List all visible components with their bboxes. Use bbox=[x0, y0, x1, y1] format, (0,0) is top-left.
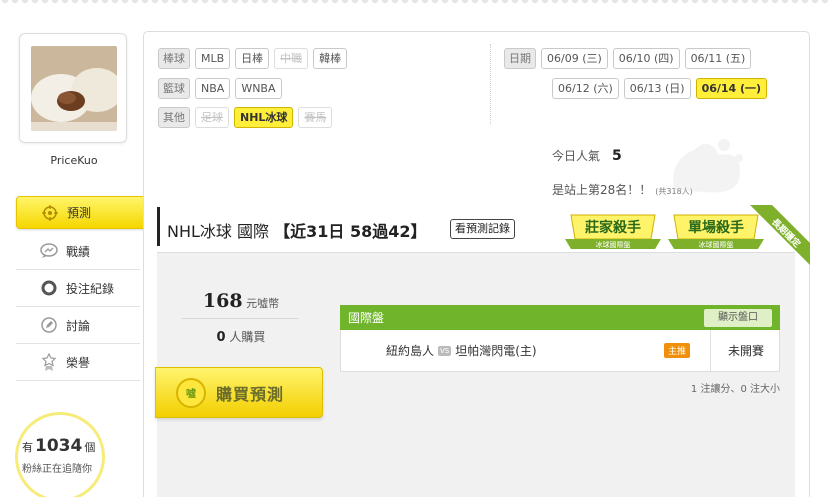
chip-mlb[interactable]: MLB bbox=[195, 48, 231, 69]
sidebar-item-label: 投注紀錄 bbox=[66, 281, 115, 296]
chip-nhl[interactable]: NHL冰球 bbox=[234, 107, 294, 128]
fans-count[interactable]: 1034 bbox=[35, 436, 82, 456]
price-value: 168 bbox=[202, 290, 243, 312]
sidebar-item-bet-history[interactable]: 投注紀錄 bbox=[16, 270, 140, 307]
fans-suffix: 個 bbox=[84, 441, 96, 454]
target-icon bbox=[41, 204, 59, 222]
sidebar-item-label: 預測 bbox=[67, 206, 92, 220]
buy-prediction-button[interactable]: 噓 購買預測 bbox=[155, 367, 323, 418]
sidebar-item-label: 榮譽 bbox=[66, 355, 91, 370]
fans-subtitle: 粉絲正在追隨你 bbox=[22, 464, 92, 475]
sidebar-item-discussion[interactable]: 討論 bbox=[16, 307, 140, 344]
filter-date-row2: 06/12 (六) 06/13 (日) 06/14 (一) bbox=[552, 78, 768, 99]
market-header: 國際盤 顯示盤口 bbox=[340, 305, 780, 330]
prediction-title: NHL冰球 國際 【近31日 58過42】 bbox=[167, 218, 426, 242]
profile-card bbox=[19, 33, 127, 143]
chip-date-0614[interactable]: 06/14 (一) bbox=[695, 78, 768, 99]
vs-icon: VS bbox=[438, 345, 452, 356]
coin-icon: 噓 bbox=[176, 377, 206, 408]
fans-prefix: 有 bbox=[22, 441, 33, 454]
category-date: 日期 bbox=[504, 48, 536, 69]
chip-date-0610[interactable]: 06/10 (四) bbox=[612, 48, 680, 69]
buyers-count: 0 bbox=[216, 330, 226, 345]
chip-cpbl: 中職 bbox=[274, 48, 309, 69]
rank-text: 是站上第28名！！ bbox=[552, 183, 652, 197]
mascot-decoration-icon bbox=[673, 139, 743, 193]
filter-other: 其他 足球 NHL冰球 賽馬 bbox=[158, 107, 333, 128]
away-team: 紐約島人 bbox=[386, 344, 435, 358]
chip-npb[interactable]: 日棒 bbox=[235, 48, 270, 69]
table-row: 紐約島人 VS 坦帕灣閃電(主) 主推 未開賽 bbox=[340, 330, 780, 372]
view-history-button[interactable]: 看預測記錄 bbox=[450, 219, 515, 239]
popularity-value: 5 bbox=[612, 148, 622, 164]
sidebar-item-label: 戰績 bbox=[66, 244, 91, 259]
match-status: 未開賽 bbox=[727, 344, 764, 358]
buy-button-label: 購買預測 bbox=[216, 384, 285, 404]
match-teams: 紐約島人 VS 坦帕灣閃電(主) bbox=[386, 342, 537, 359]
chip-wnba[interactable]: WNBA bbox=[235, 78, 282, 99]
filter-baseball: 棒球 MLB 日棒 中職 韓棒 bbox=[158, 48, 348, 69]
sidebar-nav: 預測 戰績 投注紀錄 討論 榮譽 bbox=[16, 196, 150, 381]
badge1-title: 莊家殺手 bbox=[585, 219, 641, 236]
chip-kbo[interactable]: 韓棒 bbox=[313, 48, 348, 69]
sidebar-item-predict[interactable]: 預測 bbox=[16, 196, 150, 229]
category-baseball: 棒球 bbox=[158, 48, 190, 69]
show-odds-button[interactable]: 顯示盤口 bbox=[704, 308, 772, 327]
buyers: 0 人購買 bbox=[182, 328, 300, 345]
title-record: 【近31日 58過42】 bbox=[274, 222, 427, 241]
badge2-title: 單場殺手 bbox=[688, 219, 744, 236]
popularity-stat: 今日人氣 5 bbox=[552, 147, 622, 164]
badge-banker-killer: 莊家殺手 冰球國際盤 bbox=[565, 214, 661, 249]
price-divider bbox=[182, 318, 298, 319]
chip-date-0611[interactable]: 06/11 (五) bbox=[684, 48, 752, 69]
price-unit: 元噓幣 bbox=[246, 297, 280, 310]
price: 168 元噓幣 bbox=[182, 290, 300, 312]
badge1-sub: 冰球國際盤 bbox=[596, 240, 631, 249]
category-other: 其他 bbox=[158, 107, 190, 128]
title-league: NHL冰球 國際 bbox=[167, 222, 270, 241]
avatar[interactable] bbox=[31, 46, 117, 131]
popularity-label: 今日人氣 bbox=[552, 149, 601, 163]
bet-summary-note: 1 注讓分、0 注大小 bbox=[690, 384, 780, 395]
medal-icon bbox=[40, 353, 58, 371]
chip-date-0613[interactable]: 06/13 (日) bbox=[623, 78, 691, 99]
buyers-label: 人購買 bbox=[229, 330, 266, 344]
filter-divider bbox=[490, 44, 491, 124]
category-basketball: 籃球 bbox=[158, 78, 190, 99]
username[interactable]: PriceKuo bbox=[20, 154, 128, 167]
chip-date-0612[interactable]: 06/12 (六) bbox=[552, 78, 619, 99]
market-title: 國際盤 bbox=[348, 311, 385, 325]
chip-nba[interactable]: NBA bbox=[195, 78, 231, 99]
market-table: 國際盤 顯示盤口 紐約島人 VS 坦帕灣閃電(主) 主推 未開賽 bbox=[340, 305, 780, 372]
sidebar-item-honors[interactable]: 榮譽 bbox=[16, 344, 140, 381]
top-wavy-border bbox=[0, 0, 828, 8]
sidebar-item-record[interactable]: 戰績 bbox=[16, 233, 140, 270]
chip-soccer: 足球 bbox=[195, 107, 229, 128]
main-pick-badge: 主推 bbox=[664, 343, 691, 358]
badge2-sub: 冰球國際盤 bbox=[699, 240, 734, 249]
chart-bubble-icon bbox=[40, 242, 58, 260]
sidebar-item-label: 討論 bbox=[66, 318, 91, 333]
home-team: 坦帕灣閃電(主) bbox=[455, 344, 537, 358]
circle-icon bbox=[40, 279, 58, 297]
chip-date-0609[interactable]: 06/09 (三) bbox=[541, 48, 608, 69]
chip-horse-racing: 賽馬 bbox=[298, 107, 333, 128]
fans-count-text: 有 1034 個 bbox=[22, 436, 95, 456]
filter-basketball: 籃球 NBA WNBA bbox=[158, 78, 282, 99]
pencil-icon bbox=[40, 316, 58, 334]
filter-date-row1: 日期 06/09 (三) 06/10 (四) 06/11 (五) bbox=[504, 48, 752, 69]
